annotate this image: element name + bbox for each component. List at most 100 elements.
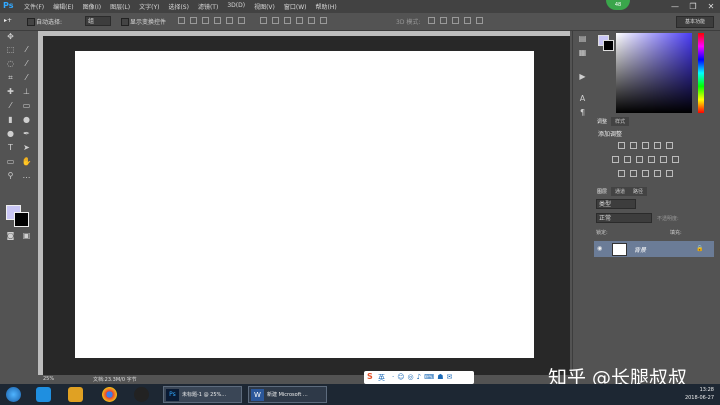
- curves-icon[interactable]: [642, 142, 649, 149]
- menu-3d[interactable]: 3D(D): [227, 2, 245, 11]
- levels-icon[interactable]: [630, 142, 637, 149]
- actions-panel-icon[interactable]: ▶: [577, 71, 588, 82]
- brush-tool-icon[interactable]: ⁄: [21, 72, 32, 83]
- lasso-tool-icon[interactable]: ◌: [5, 58, 16, 69]
- hue-saturation-icon[interactable]: [612, 156, 619, 163]
- align-top-icon[interactable]: [178, 17, 185, 24]
- show-transform-checkbox[interactable]: [121, 18, 129, 26]
- menu-view[interactable]: 视图(V): [254, 2, 275, 11]
- menu-help[interactable]: 帮助(H): [316, 2, 337, 11]
- distribute-top-icon[interactable]: [260, 17, 267, 24]
- distribute-bottom-icon[interactable]: [284, 17, 291, 24]
- menu-select[interactable]: 选择(S): [168, 2, 189, 11]
- internet-explorer-icon[interactable]: [36, 387, 51, 402]
- distribute-vcenter-icon[interactable]: [272, 17, 279, 24]
- rectangle-tool-icon[interactable]: ▭: [5, 156, 16, 167]
- auto-select-checkbox[interactable]: [27, 18, 35, 26]
- eraser-tool-icon[interactable]: ▭: [21, 100, 32, 111]
- qq-icon[interactable]: [134, 387, 149, 402]
- align-bottom-icon[interactable]: [202, 17, 209, 24]
- color-picker-field[interactable]: [616, 33, 692, 113]
- restore-button[interactable]: ❐: [684, 0, 702, 13]
- move-tool-preset-icon[interactable]: ▸+: [4, 17, 12, 24]
- brightness-icon[interactable]: [618, 142, 625, 149]
- ime-tool-icons[interactable]: ·☺◎♪⌨☗✉: [392, 373, 455, 381]
- magic-wand-tool-icon[interactable]: ⁄: [21, 44, 32, 55]
- chrome-icon[interactable]: [102, 387, 117, 402]
- selective-color-icon[interactable]: [666, 170, 673, 177]
- channel-mixer-icon[interactable]: [660, 156, 667, 163]
- pen-tool-icon[interactable]: ✒: [21, 128, 32, 139]
- media-player-icon[interactable]: [68, 387, 83, 402]
- background-color-swatch[interactable]: [14, 212, 29, 227]
- auto-select-dropdown[interactable]: 组: [85, 16, 111, 26]
- distribute-right-icon[interactable]: [320, 17, 327, 24]
- color-balance-icon[interactable]: [624, 156, 631, 163]
- paragraph-panel-icon[interactable]: ¶: [577, 107, 588, 118]
- align-vcenter-icon[interactable]: [190, 17, 197, 24]
- 3d-scale-icon[interactable]: [476, 17, 483, 24]
- document-canvas[interactable]: [75, 51, 534, 358]
- zoom-tool-icon[interactable]: ⚲: [5, 170, 16, 181]
- zoom-level[interactable]: 25%: [43, 376, 54, 382]
- align-left-icon[interactable]: [214, 17, 221, 24]
- dodge-tool-icon[interactable]: ●: [5, 128, 16, 139]
- menu-type[interactable]: 文字(Y): [139, 2, 159, 11]
- threshold-icon[interactable]: [642, 170, 649, 177]
- history-panel-icon[interactable]: ▤: [577, 33, 588, 44]
- path-selection-tool-icon[interactable]: ➤: [21, 142, 32, 153]
- exposure-icon[interactable]: [654, 142, 661, 149]
- color-lookup-icon[interactable]: [672, 156, 679, 163]
- tab-layers[interactable]: 图层: [593, 187, 612, 196]
- properties-panel-icon[interactable]: ▦: [577, 47, 588, 58]
- healing-brush-tool-icon[interactable]: ✚: [5, 86, 16, 97]
- menu-layer[interactable]: 图层(L): [110, 2, 130, 11]
- tab-styles[interactable]: 样式: [611, 117, 630, 126]
- hand-tool-icon[interactable]: ✋: [21, 156, 32, 167]
- document-info[interactable]: 文档:23.3M/0 字节: [93, 376, 137, 383]
- gradient-map-icon[interactable]: [654, 170, 661, 177]
- taskbar-photoshop-window[interactable]: Ps 未标题-1 @ 25%...: [163, 386, 242, 403]
- layer-kind-filter[interactable]: 类型: [596, 199, 636, 209]
- history-brush-tool-icon[interactable]: ⁄: [5, 100, 16, 111]
- tab-channels[interactable]: 通道: [611, 187, 630, 196]
- posterize-icon[interactable]: [630, 170, 637, 177]
- ime-language-toggle[interactable]: 英: [378, 373, 385, 383]
- workspace-switcher[interactable]: 基本功能: [676, 16, 714, 28]
- visibility-eye-icon[interactable]: ◉: [597, 245, 602, 252]
- taskbar-word-window[interactable]: W 新建 Microsoft ...: [248, 386, 327, 403]
- eyedropper-tool-icon[interactable]: ⁄: [21, 58, 32, 69]
- tab-adjustments[interactable]: 调整: [593, 117, 612, 126]
- 3d-drag-icon[interactable]: [452, 17, 459, 24]
- distribute-hcenter-icon[interactable]: [308, 17, 315, 24]
- 3d-roll-icon[interactable]: [440, 17, 447, 24]
- start-button-icon[interactable]: [6, 387, 21, 402]
- color-panel-background-swatch[interactable]: [603, 40, 614, 51]
- close-button[interactable]: ✕: [702, 0, 720, 13]
- align-hcenter-icon[interactable]: [226, 17, 233, 24]
- quick-mask-icon[interactable]: ◙: [5, 230, 16, 241]
- menu-edit[interactable]: 编辑(E): [53, 2, 73, 11]
- menu-file[interactable]: 文件(F): [24, 2, 44, 11]
- 3d-slide-icon[interactable]: [464, 17, 471, 24]
- invert-icon[interactable]: [618, 170, 625, 177]
- clone-stamp-tool-icon[interactable]: ⊥: [21, 86, 32, 97]
- blend-mode-dropdown[interactable]: 正常: [596, 213, 652, 223]
- character-panel-icon[interactable]: A: [577, 93, 588, 104]
- tab-paths[interactable]: 路径: [629, 187, 648, 196]
- blur-tool-icon[interactable]: ●: [21, 114, 32, 125]
- type-tool-icon[interactable]: T: [5, 142, 16, 153]
- distribute-left-icon[interactable]: [296, 17, 303, 24]
- hue-slider[interactable]: [698, 33, 704, 113]
- menu-image[interactable]: 图像(I): [83, 2, 101, 11]
- black-white-icon[interactable]: [636, 156, 643, 163]
- align-right-icon[interactable]: [238, 17, 245, 24]
- gradient-tool-icon[interactable]: ▮: [5, 114, 16, 125]
- 3d-rotate-icon[interactable]: [428, 17, 435, 24]
- system-clock[interactable]: 13:28 2018-06-27: [685, 386, 714, 402]
- menu-filter[interactable]: 滤镜(T): [198, 2, 218, 11]
- crop-tool-icon[interactable]: ⌗: [5, 72, 16, 83]
- minimize-button[interactable]: —: [666, 0, 684, 13]
- screen-mode-icon[interactable]: ▣: [21, 230, 32, 241]
- photo-filter-icon[interactable]: [648, 156, 655, 163]
